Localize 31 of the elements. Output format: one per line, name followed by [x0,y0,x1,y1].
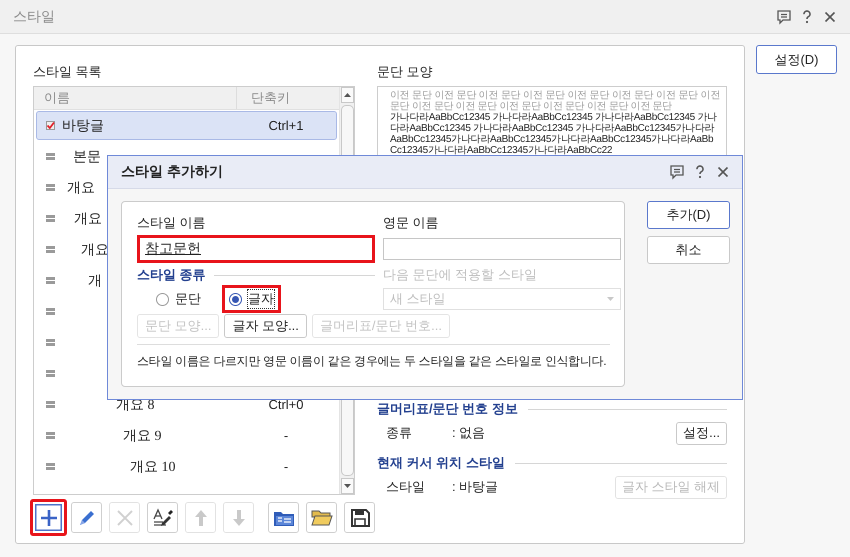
field-label: 스타일 [386,478,426,496]
column-header: 단축키 [250,89,290,107]
style-name: 개 [88,272,102,290]
field-label: 영문 이름 [383,214,440,232]
shortcut-text: Ctrl+1 [267,118,305,133]
field-value: : 바탕글 [452,478,498,496]
field-label: 종류 [386,424,413,442]
field-label: 스타일 이름 [137,214,207,232]
section-heading: 글머리표/문단 번호 정보 [377,400,518,418]
section-label: 문단 모양 [377,63,434,81]
window-title: 스타일 [13,8,56,26]
section-heading: 스타일 종류 [137,266,206,284]
shortcut-text: - [282,428,290,443]
column-header: 이름 [34,87,237,109]
field-label: 다음 문단에 적용할 스타일 [383,266,538,284]
dialog-title: 스타일 추가하기 [121,163,224,181]
style-name: 개요 9 [123,428,162,444]
style-name: 본문 [73,148,101,166]
style-name: 개요 [81,242,109,258]
style-name: 바탕글 [62,118,104,134]
field-value: : 없음 [452,424,486,442]
preview-text: 이전 문단 이전 문단 이전 문단 이전 문단 이전 문단 이전 문단 이전 문단 이전 문단 이전 문단 이전 문단 이전 문단 이전 문단 이전 문단 이전 문단 [390,90,720,112]
style-name: 개요 [74,210,102,228]
info-note: 스타일 이름은 다르지만 영문 이름이 같은 경우에는 두 스타일을 같은 스타일로 인식합니다. [137,353,608,370]
style-name: 개요 10 [130,458,176,476]
style-name: 개요 [67,180,95,196]
section-heading: 현재 커서 위치 스타일 [377,454,505,472]
section-label: 스타일 목록 [33,63,103,81]
preview-text: 가나다라AaBbCc12345 가나다라AaBbCc12345 가나다라AaBbCc12345 가나다라AaBbCc12345 가나다라AaBbCc12345 가나다라AaBbCc12345가나다라AaBbCc12345가나다라AaBbCc12345가나다라AaBbCc12345가나다라AaBbCc12345가나다라AaBbCc12345가나다라AaBbCc22 [390,112,718,156]
shortcut-text: Ctrl+0 [267,397,305,412]
shortcut-text: - [282,459,290,474]
